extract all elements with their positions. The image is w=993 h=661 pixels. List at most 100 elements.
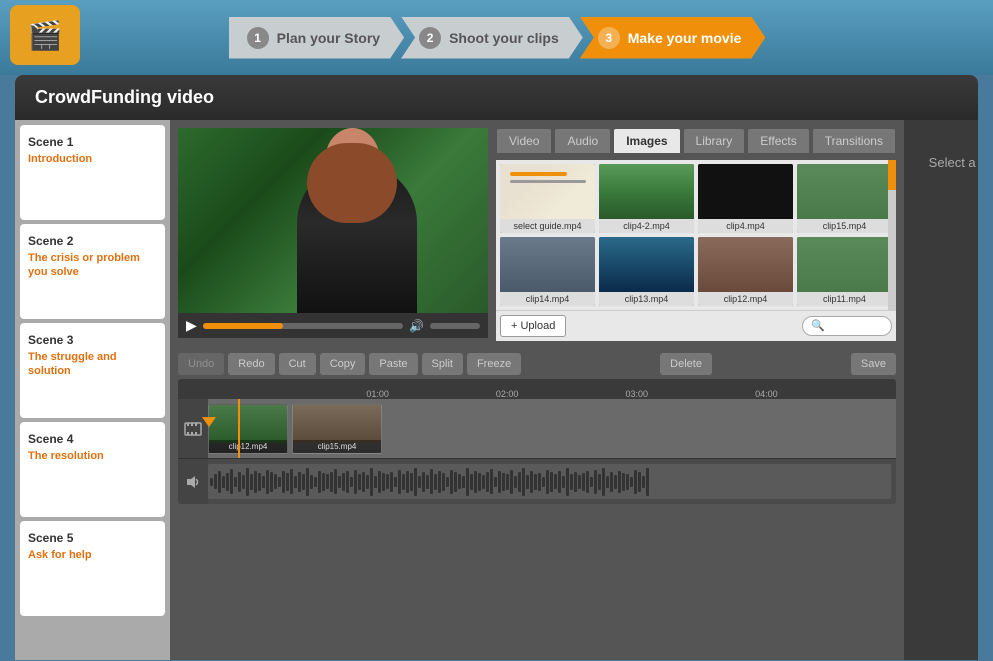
volume-bar[interactable] — [430, 323, 480, 329]
tab-effects[interactable]: Effects — [747, 128, 809, 154]
scene-2-label: The crisis or problem you solve — [28, 251, 157, 280]
tab-transitions[interactable]: Transitions — [812, 128, 896, 154]
clip-2-thumb — [293, 405, 381, 443]
timeline-area: 01:00 02:00 03:00 04:00 — [178, 379, 896, 504]
play-button[interactable]: ▶ — [186, 317, 197, 334]
scene-4-label: The resolution — [28, 449, 157, 463]
audio-waveform — [208, 464, 891, 499]
scene-5-item[interactable]: Scene 5 Ask for help — [20, 521, 165, 616]
scene-3-item[interactable]: Scene 3 The struggle and solution — [20, 323, 165, 418]
tab-library[interactable]: Library — [683, 128, 746, 154]
save-button[interactable]: Save — [851, 353, 896, 375]
right-panel: Select a clip to edit properties — [904, 120, 978, 660]
clip-1-thumb — [209, 405, 287, 443]
playhead-line — [238, 399, 240, 458]
freeze-button[interactable]: Freeze — [467, 353, 521, 375]
media-thumb-6 — [698, 237, 793, 292]
split-button[interactable]: Split — [422, 353, 463, 375]
media-thumb-7 — [797, 237, 892, 292]
scene-3-label: The struggle and solution — [28, 350, 157, 379]
scene-5-num: Scene 5 — [28, 531, 157, 545]
media-item-7[interactable]: clip11.mp4 — [797, 237, 892, 306]
media-item-1[interactable]: clip4-2.mp4 — [599, 164, 694, 233]
media-item-2[interactable]: clip4.mp4 — [698, 164, 793, 233]
media-label-3: clip15.mp4 — [797, 219, 892, 233]
media-actions: + Upload — [496, 310, 896, 341]
tab-audio[interactable]: Audio — [554, 128, 611, 154]
clip-block-2[interactable]: clip15.mp4 — [292, 404, 382, 454]
ruler-mark-3: 03:00 — [626, 389, 649, 399]
scene-1-label: Introduction — [28, 152, 157, 166]
film-icon — [184, 422, 202, 436]
step-1-label: Plan your Story — [277, 30, 380, 46]
video-preview-container: ▶ 🔊 — [178, 128, 488, 341]
app-title: CrowdFunding video — [15, 75, 978, 120]
ruler-mark-4: 04:00 — [755, 389, 778, 399]
media-grid: select guide.mp4 clip4-2.mp4 clip4.mp4 — [496, 160, 896, 310]
media-item-5[interactable]: clip13.mp4 — [599, 237, 694, 306]
step-navigation: 1 Plan your Story 2 Shoot your clips 3 M… — [229, 17, 765, 59]
scene-1-item[interactable]: Scene 1 Introduction — [20, 125, 165, 220]
main-wrapper: CrowdFunding video Scene 1 Introduction … — [15, 75, 978, 660]
scene-3-num: Scene 3 — [28, 333, 157, 347]
media-label-7: clip11.mp4 — [797, 292, 892, 306]
scene-4-num: Scene 4 — [28, 432, 157, 446]
step-2-button[interactable]: 2 Shoot your clips — [401, 17, 583, 59]
preview-media-row: ▶ 🔊 Video Audio Images Library — [170, 120, 904, 349]
tab-images[interactable]: Images — [613, 128, 680, 154]
scene-4-item[interactable]: Scene 4 The resolution — [20, 422, 165, 517]
media-label-1: clip4-2.mp4 — [599, 219, 694, 233]
clip-1-label: clip12.mp4 — [209, 440, 287, 453]
redo-button[interactable]: Redo — [228, 353, 274, 375]
app-logo: 🎬 — [10, 5, 80, 65]
media-item-0[interactable]: select guide.mp4 — [500, 164, 595, 233]
playhead-arrow — [202, 417, 216, 427]
upload-button[interactable]: + Upload — [500, 315, 566, 337]
volume-icon: 🔊 — [409, 319, 424, 333]
top-bar: 🎬 1 Plan your Story 2 Shoot your clips 3… — [0, 0, 993, 75]
ruler-mark-2: 02:00 — [496, 389, 519, 399]
media-item-6[interactable]: clip12.mp4 — [698, 237, 793, 306]
search-input[interactable] — [802, 316, 892, 336]
media-label-2: clip4.mp4 — [698, 219, 793, 233]
timeline-ruler: 01:00 02:00 03:00 04:00 — [178, 379, 896, 399]
audio-track-icon — [178, 459, 208, 504]
tab-video[interactable]: Video — [496, 128, 552, 154]
step-1-button[interactable]: 1 Plan your Story — [229, 17, 404, 59]
video-track-clips: clip12.mp4 clip15.mp4 — [208, 399, 896, 458]
waveform-bars — [208, 464, 651, 499]
cut-button[interactable]: Cut — [279, 353, 316, 375]
media-thumb-2 — [698, 164, 793, 219]
scene-2-item[interactable]: Scene 2 The crisis or problem you solve — [20, 224, 165, 319]
media-label-5: clip13.mp4 — [599, 292, 694, 306]
media-scrollbar[interactable] — [888, 160, 896, 310]
media-label-6: clip12.mp4 — [698, 292, 793, 306]
toolbar: Undo Redo Cut Copy Paste Split Freeze De… — [170, 349, 904, 379]
right-panel-text: Select a clip to edit properties — [929, 155, 978, 170]
media-thumb-0 — [500, 164, 595, 219]
media-label-0: select guide.mp4 — [500, 219, 595, 233]
copy-button[interactable]: Copy — [320, 353, 366, 375]
step-2-label: Shoot your clips — [449, 30, 559, 46]
delete-button[interactable]: Delete — [660, 353, 712, 375]
media-item-4[interactable]: clip14.mp4 — [500, 237, 595, 306]
clip-2-label: clip15.mp4 — [293, 440, 381, 453]
step-2-num: 2 — [419, 27, 441, 49]
scene-2-num: Scene 2 — [28, 234, 157, 248]
step-3-button[interactable]: 3 Make your movie — [580, 17, 766, 59]
ruler-mark-1: 01:00 — [366, 389, 389, 399]
timeline-audio-track — [178, 459, 896, 504]
media-thumb-3 — [797, 164, 892, 219]
clip-block-1[interactable]: clip12.mp4 — [208, 404, 288, 454]
paste-button[interactable]: Paste — [369, 353, 417, 375]
step-1-num: 1 — [247, 27, 269, 49]
step-3-num: 3 — [598, 27, 620, 49]
media-panel: Video Audio Images Library Effects Trans… — [496, 128, 896, 341]
scenes-sidebar: Scene 1 Introduction Scene 2 The crisis … — [15, 120, 170, 660]
step-3-label: Make your movie — [628, 30, 742, 46]
undo-button[interactable]: Undo — [178, 353, 224, 375]
video-progress-bar[interactable] — [203, 323, 403, 329]
scene-1-num: Scene 1 — [28, 135, 157, 149]
media-scrollbar-thumb — [888, 160, 896, 190]
media-item-3[interactable]: clip15.mp4 — [797, 164, 892, 233]
